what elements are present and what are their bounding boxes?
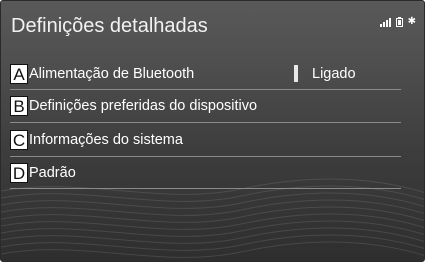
- divider: [10, 122, 401, 123]
- menu-item-label: Padrão: [29, 165, 76, 181]
- callout-letter: C: [10, 130, 28, 150]
- divider: [10, 89, 401, 90]
- divider: [10, 156, 401, 157]
- menu-item-default[interactable]: D Padrão: [10, 162, 401, 184]
- bluetooth-power-status[interactable]: Ligado: [312, 66, 356, 82]
- menu-item-label: Alimentação de Bluetooth: [29, 66, 195, 82]
- callout-letter: D: [10, 163, 28, 183]
- status-icons: ✱: [379, 16, 416, 27]
- menu-item-label: Definições preferidas do dispositivo: [29, 98, 258, 114]
- divider: [10, 188, 401, 189]
- toggle-separator: [294, 65, 298, 82]
- callout-letter: B: [10, 96, 28, 116]
- menu-item-system-info[interactable]: C Informações do sistema: [10, 129, 401, 151]
- bluetooth-icon: ✱: [407, 16, 416, 27]
- callout-letter: A: [10, 64, 28, 84]
- signal-icon: [379, 18, 391, 27]
- menu-item-preferred-device[interactable]: B Definições preferidas do dispositivo: [10, 95, 401, 117]
- detailed-settings-screen: Definições detalhadas ✱ A Alimentação de…: [0, 0, 425, 262]
- battery-icon: [395, 17, 403, 27]
- menu-item-label: Informações do sistema: [29, 132, 183, 148]
- page-title: Definições detalhadas: [11, 15, 208, 37]
